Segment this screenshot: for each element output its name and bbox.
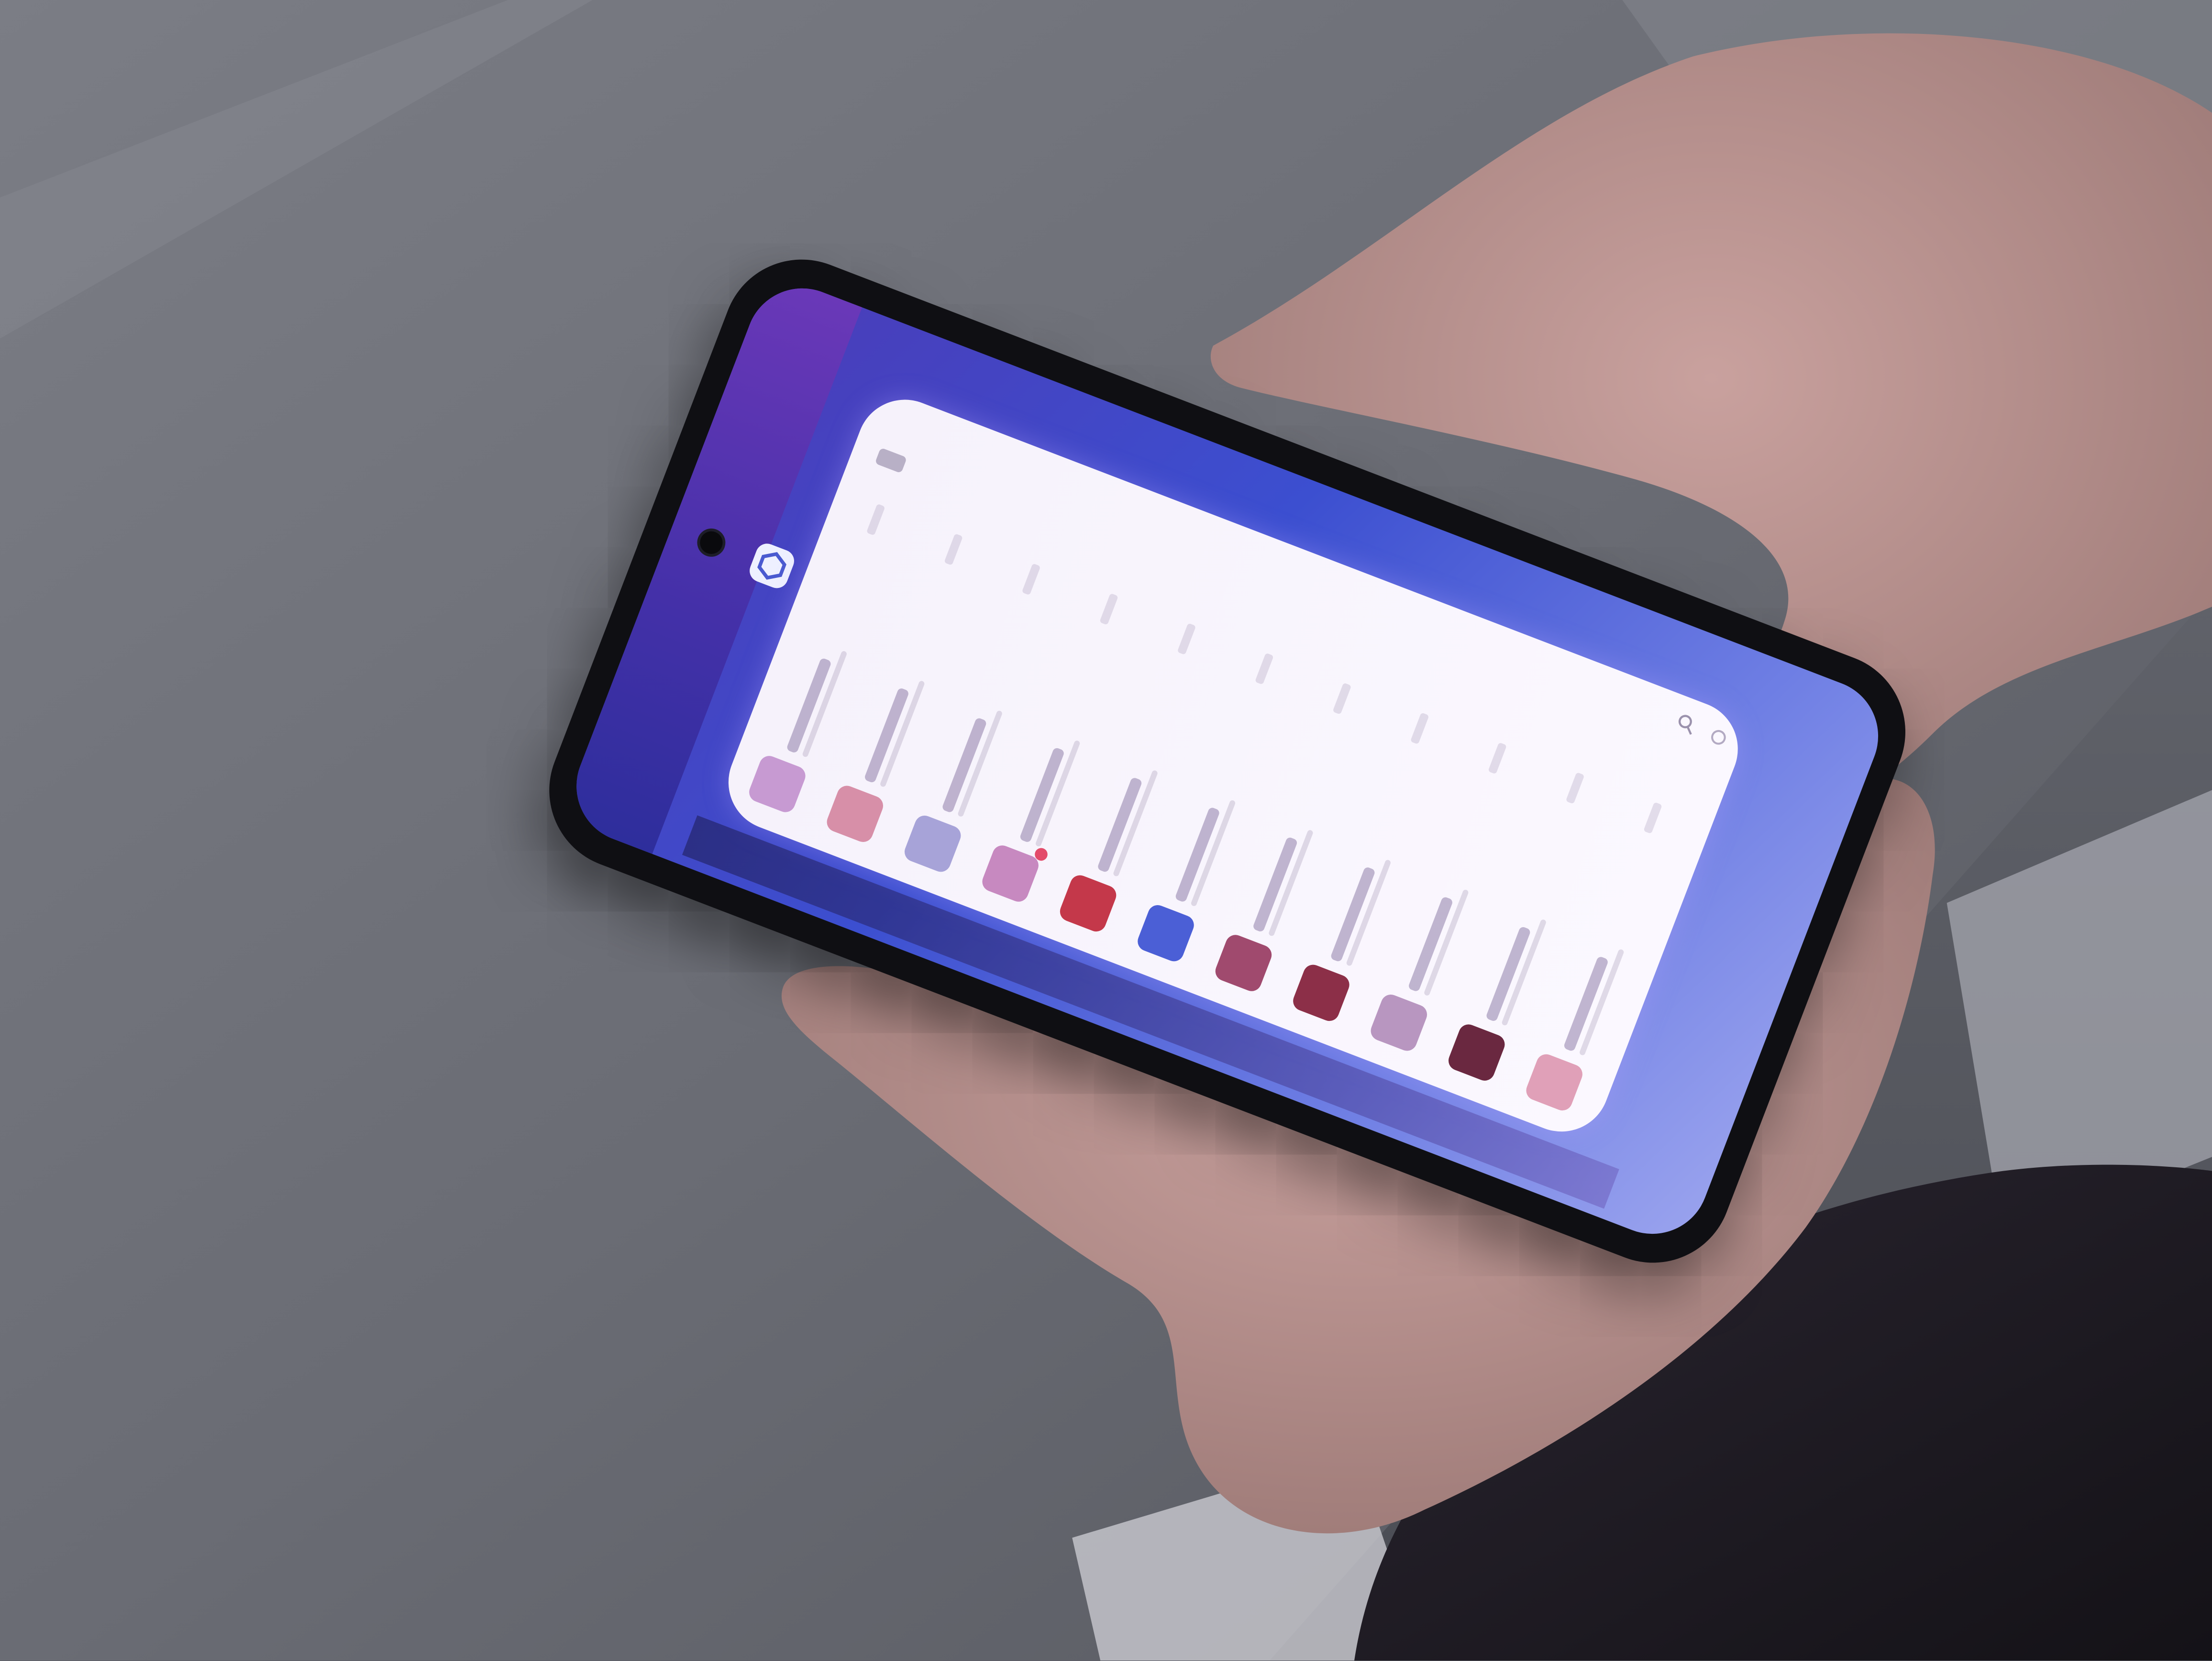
avatar xyxy=(1523,1051,1585,1114)
avatar xyxy=(979,842,1041,905)
avatar xyxy=(1290,962,1352,1024)
avatar xyxy=(1445,1021,1508,1084)
avatar xyxy=(824,783,886,845)
message-time xyxy=(866,503,885,536)
avatar xyxy=(1057,872,1119,935)
message-time xyxy=(1488,742,1507,775)
app-title xyxy=(874,447,907,474)
gear-icon[interactable] xyxy=(1705,722,1731,753)
message-time xyxy=(944,533,963,565)
message-time xyxy=(1255,653,1274,685)
message-time xyxy=(1021,563,1041,596)
avatar xyxy=(901,812,964,875)
avatar xyxy=(1135,902,1197,964)
search-icon[interactable] xyxy=(1671,709,1700,742)
message-time xyxy=(1332,682,1352,715)
message-time xyxy=(1177,623,1196,655)
avatar xyxy=(746,753,808,815)
message-time xyxy=(1099,593,1118,625)
avatar xyxy=(1212,932,1275,994)
message-time xyxy=(1565,772,1585,804)
message-time xyxy=(1643,802,1662,834)
avatar xyxy=(1368,991,1430,1054)
message-time xyxy=(1410,712,1429,745)
